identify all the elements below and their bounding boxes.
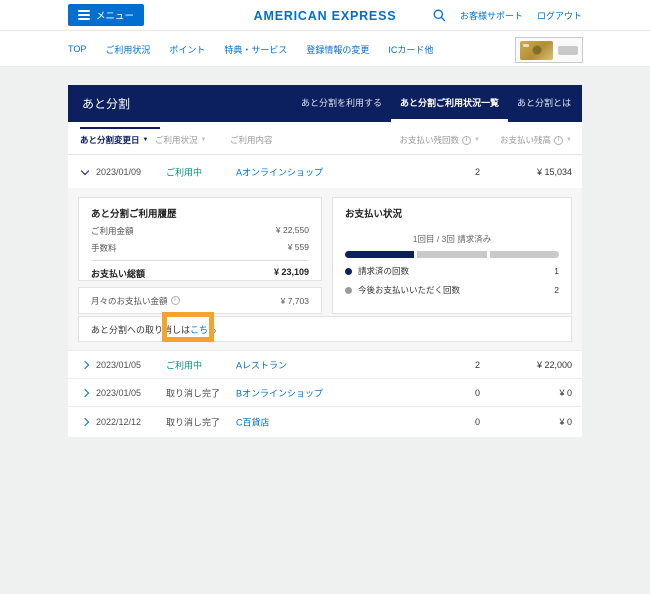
payment-status-card: お支払い状況 1回目 / 3回 請求済み 請求済の回数 1 今後お支払いいただく… [332, 197, 572, 314]
progress-segment [417, 251, 486, 258]
customer-support-link[interactable]: お客様サポート [460, 9, 523, 22]
usage-amount-value: ¥ 22,550 [276, 225, 309, 237]
tab-usage-status-list[interactable]: あと分割ご利用状況一覧 [391, 85, 508, 122]
row-date: 2023/01/05 [96, 360, 141, 370]
collapse-chevron-icon[interactable] [82, 170, 88, 174]
row-remaining-count: 0 [475, 388, 480, 398]
masked-card-name [558, 46, 578, 55]
sort-arrow-icon: ▼ [474, 137, 480, 143]
gold-card-thumbnail [520, 41, 553, 60]
info-icon[interactable]: i [462, 136, 471, 145]
legend-future: 今後お支払いいただく回数 2 [345, 284, 559, 296]
expanded-detail-area: あと分割ご利用履歴 ご利用金額 ¥ 22,550 手数料 ¥ 559 お支払い総… [68, 188, 582, 350]
usage-history-card: あと分割ご利用履歴 ご利用金額 ¥ 22,550 手数料 ¥ 559 お支払い総… [78, 197, 322, 281]
merchant-link[interactable]: C百貨店 [236, 416, 270, 429]
usage-history-title: あと分割ご利用履歴 [91, 206, 309, 220]
total-payment-value: ¥ 23,109 [274, 267, 309, 280]
monthly-payment-card: 月々のお支払い金額 i ¥ 7,703 [78, 287, 322, 314]
progress-segment [345, 251, 414, 258]
row-remaining-count: 2 [475, 167, 480, 177]
table-row[interactable]: 2023/01/05 ご利用中 Aレストラン 2 ¥ 22,000 [68, 350, 582, 378]
fee-label: 手数料 [91, 242, 117, 254]
row-date: 2022/12/12 [96, 417, 141, 427]
payment-status-title: お支払い状況 [345, 206, 559, 220]
billed-dot-icon [345, 268, 352, 275]
section-title: あと分割 [68, 95, 292, 112]
row-date: 2023/01/09 [96, 167, 141, 177]
nav-item-top[interactable]: TOP [68, 44, 86, 54]
merchant-link[interactable]: Bオンラインショップ [236, 386, 323, 399]
row-status: 取り消し完了 [166, 416, 220, 429]
column-header-usage-status[interactable]: ご利用状況 ▼ [155, 125, 206, 155]
billed-label: 請求済の回数 [358, 265, 409, 277]
installment-panel: あと分割 あと分割を利用する あと分割ご利用状況一覧 あと分割とは あと分割変更… [68, 85, 582, 437]
info-icon[interactable]: i [554, 136, 563, 145]
row-status: ご利用中 [166, 165, 202, 178]
page: メニュー AMERICAN EXPRESS お客様サポート ログアウト TOP … [0, 0, 650, 594]
future-value: 2 [554, 285, 559, 295]
column-header-remaining-balance[interactable]: お支払い残高 i ▼ [500, 125, 572, 155]
table-header-row: あと分割変更日 ▼ ご利用状況 ▼ ご利用内容 お支払い残回数 i ▼ お支払い… [68, 125, 582, 155]
expand-chevron-icon[interactable] [82, 390, 88, 396]
nav-item-benefits[interactable]: 特典・サービス [224, 43, 287, 56]
usage-amount-label: ご利用金額 [91, 225, 134, 237]
expand-chevron-icon[interactable] [82, 419, 88, 425]
nav-item-points[interactable]: ポイント [169, 43, 205, 56]
installment-tabs: あと分割を利用する あと分割ご利用状況一覧 あと分割とは [292, 85, 582, 122]
table-row-expanded[interactable]: 2023/01/09 ご利用中 Aオンラインショップ 2 ¥ 15,034 [68, 155, 582, 188]
fee-value: ¥ 559 [288, 242, 309, 254]
table-row[interactable]: 2023/01/05 取り消し完了 Bオンラインショップ 0 ¥ 0 [68, 378, 582, 406]
nav-links: TOP ご利用状況 ポイント 特典・サービス 登録情報の変更 ICカード他 [68, 31, 433, 67]
column-header-change-date[interactable]: あと分割変更日 ▼ [80, 125, 148, 155]
cancel-here-link[interactable]: こちら [190, 323, 217, 336]
search-icon [433, 9, 446, 22]
tab-use-installment[interactable]: あと分割を利用する [292, 85, 391, 122]
legend-billed: 請求済の回数 1 [345, 265, 559, 277]
row-remaining-balance: ¥ 0 [559, 417, 572, 427]
table-row[interactable]: 2022/12/12 取り消し完了 C百貨店 0 ¥ 0 [68, 406, 582, 437]
nav-item-registration[interactable]: 登録情報の変更 [306, 43, 369, 56]
cancel-installment-row: あと分割への取り消しは こちら [78, 316, 572, 342]
column-header-usage-detail: ご利用内容 [230, 125, 273, 155]
column-header-remaining-count[interactable]: お支払い残回数 i ▼ [400, 125, 480, 155]
installment-header-band: あと分割 あと分割を利用する あと分割ご利用状況一覧 あと分割とは [68, 85, 582, 122]
sort-arrow-icon: ▼ [566, 137, 572, 143]
progress-segment [490, 251, 559, 258]
row-remaining-count: 2 [475, 360, 480, 370]
expand-chevron-icon[interactable] [82, 362, 88, 368]
search-button[interactable] [433, 9, 446, 22]
nav-item-ic-card[interactable]: ICカード他 [388, 43, 433, 56]
tab-about-installment[interactable]: あと分割とは [508, 85, 580, 122]
merchant-link[interactable]: Aレストラン [236, 358, 287, 371]
header-utility-links: お客様サポート ログアウト [433, 0, 582, 31]
progress-bar [345, 251, 559, 258]
future-label: 今後お支払いいただく回数 [358, 284, 460, 296]
billed-value: 1 [554, 266, 559, 276]
logout-link[interactable]: ログアウト [537, 9, 582, 22]
top-header: メニュー AMERICAN EXPRESS お客様サポート ログアウト [0, 0, 650, 31]
row-status: 取り消し完了 [166, 386, 220, 399]
cancel-text: あと分割への取り消しは [91, 323, 190, 336]
row-status: ご利用中 [166, 358, 202, 371]
nav-item-usage[interactable]: ご利用状況 [105, 43, 150, 56]
info-icon[interactable]: i [171, 296, 180, 305]
sort-arrow-icon: ▼ [201, 137, 207, 143]
merchant-link[interactable]: Aオンラインショップ [236, 165, 323, 178]
row-remaining-count: 0 [475, 417, 480, 427]
row-remaining-balance: ¥ 0 [559, 388, 572, 398]
row-remaining-balance: ¥ 15,034 [537, 167, 572, 177]
card-selector[interactable] [515, 37, 583, 63]
sort-arrow-icon: ▼ [143, 137, 149, 143]
main-nav: TOP ご利用状況 ポイント 特典・サービス 登録情報の変更 ICカード他 [0, 31, 650, 67]
progress-label: 1回目 / 3回 請求済み [345, 233, 559, 245]
monthly-payment-value: ¥ 7,703 [281, 296, 309, 306]
row-remaining-balance: ¥ 22,000 [537, 360, 572, 370]
monthly-payment-label: 月々のお支払い金額 [91, 295, 168, 307]
total-payment-label: お支払い総額 [91, 267, 145, 280]
future-dot-icon [345, 287, 352, 294]
row-date: 2023/01/05 [96, 388, 141, 398]
